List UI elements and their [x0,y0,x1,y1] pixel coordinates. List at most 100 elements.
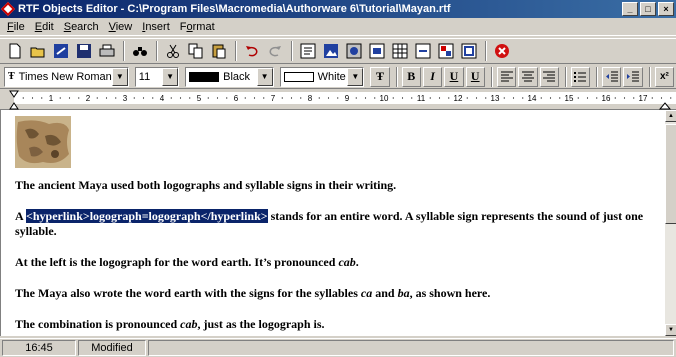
status-message [148,340,674,356]
insert-page-button[interactable] [435,40,457,62]
ruler-tick [216,97,219,99]
menu-format[interactable]: Format [175,21,220,33]
back-color-select[interactable]: White ▼ [279,66,365,87]
vertical-scrollbar[interactable]: ▲ ▼ [664,110,676,336]
maximize-button[interactable]: □ [640,2,656,16]
print-button[interactable] [96,40,118,62]
paste-button[interactable] [208,40,230,62]
insert-object-icon [346,43,362,59]
ruler-tick [466,97,468,99]
menu-search[interactable]: Search [59,21,104,33]
stop-button[interactable] [491,40,513,62]
fore-color-select[interactable]: Black ▼ [185,66,274,87]
scroll-up-button[interactable]: ▲ [665,110,676,122]
ruler-tick [392,97,394,99]
insert-page-icon [438,43,454,59]
insert-frame-button[interactable] [458,40,480,62]
ruler-label: 1 [49,94,54,103]
menu-view[interactable]: View [104,21,138,33]
ruler-label: 2 [86,94,91,103]
superscript-button[interactable]: x² [654,66,675,87]
truetype-icon: Ŧ [8,71,15,82]
ruler-tick [401,97,404,99]
toolbar-separator [235,41,237,61]
decrease-indent-button[interactable] [602,66,622,87]
ruler-tick [623,97,626,99]
ruler-tick [78,97,80,99]
bullets-button[interactable] [570,66,591,87]
font-properties-button[interactable]: Ŧ [370,66,390,87]
toolbar-separator [485,41,487,61]
new-icon [9,43,21,59]
bold-button[interactable]: B [401,66,421,87]
paragraph-4: The Maya also wrote the word earth with … [15,286,491,300]
ruler-tick [68,97,71,99]
ruler-tick [253,97,256,99]
new-button[interactable] [4,40,26,62]
close-button[interactable]: × [658,2,674,16]
font-select[interactable]: Ŧ Times New Roman ▼ [4,66,129,87]
cursor-position: 16:45 [2,340,76,356]
ruler-tick [374,97,376,99]
ruler-label: 5 [197,94,202,103]
ruler-tick [189,97,191,99]
align-center-button[interactable] [518,66,538,87]
ruler-tick [364,97,367,99]
cut-button[interactable] [162,40,184,62]
font-select-value: Times New Roman [18,70,112,83]
scroll-thumb[interactable] [665,124,676,224]
scroll-down-button[interactable]: ▼ [665,324,676,336]
underline-button[interactable]: U [444,66,464,87]
menu-insert[interactable]: Insert [137,21,175,33]
ruler-tick [31,97,34,99]
ruler-label: 15 [565,94,574,103]
selected-hyperlink-text[interactable]: <hyperlink>logograph=logograph</hyperlin… [26,209,268,223]
ruler-label: 6 [234,94,239,103]
insert-image-button[interactable] [320,40,342,62]
align-left-button[interactable] [496,66,517,87]
open-button[interactable] [27,40,49,62]
double-underline-button[interactable]: U [465,66,485,87]
insert-hotlink-button[interactable] [412,40,434,62]
redo-button[interactable] [264,40,286,62]
ruler-tick [105,97,108,99]
menu-edit[interactable]: Edit [30,21,59,33]
increase-indent-button[interactable] [623,66,643,87]
ruler-tick [281,97,283,99]
ruler-tick [522,97,524,99]
link-button[interactable] [50,40,72,62]
minimize-button[interactable]: _ [622,2,638,16]
menu-bar: File Edit Search View Insert Format [0,19,676,36]
insert-table-button[interactable] [389,40,411,62]
toolbar-separator [395,66,398,87]
insert-field-button[interactable] [366,40,388,62]
chevron-down-icon[interactable]: ▼ [347,67,364,86]
ruler-tick [290,97,293,99]
ruler-label: 7 [271,94,276,103]
ruler-tick [263,97,265,99]
undo-button[interactable] [241,40,263,62]
document-area[interactable]: The ancient Maya used both logographs an… [0,110,664,336]
window-title: RTF Objects Editor - C:\Program Files\Ma… [18,3,451,15]
outdent-icon [605,71,618,81]
italic-button[interactable]: I [422,66,443,87]
save-button[interactable] [73,40,95,62]
insert-text-button[interactable] [297,40,319,62]
paragraph-2: A <hyperlink>logograph=logograph</hyperl… [15,209,644,238]
size-select[interactable]: 11 ▼ [134,66,180,87]
copy-button[interactable] [185,40,207,62]
chevron-down-icon[interactable]: ▼ [162,67,179,86]
insert-object-button[interactable] [343,40,365,62]
menu-file[interactable]: File [2,21,30,33]
ruler-tick [300,97,302,99]
toolbar-separator [564,66,567,87]
paragraph-1: The ancient Maya used both logographs an… [15,178,397,192]
chevron-down-icon[interactable]: ▼ [111,67,128,86]
ruler[interactable]: 123456789101112131415161718 [0,90,676,110]
standard-toolbar [0,38,676,64]
indent-icon [627,71,640,81]
chevron-down-icon[interactable]: ▼ [256,67,273,86]
find-button[interactable] [129,40,151,62]
align-right-button[interactable] [539,66,559,87]
ruler-label: 17 [639,94,648,103]
